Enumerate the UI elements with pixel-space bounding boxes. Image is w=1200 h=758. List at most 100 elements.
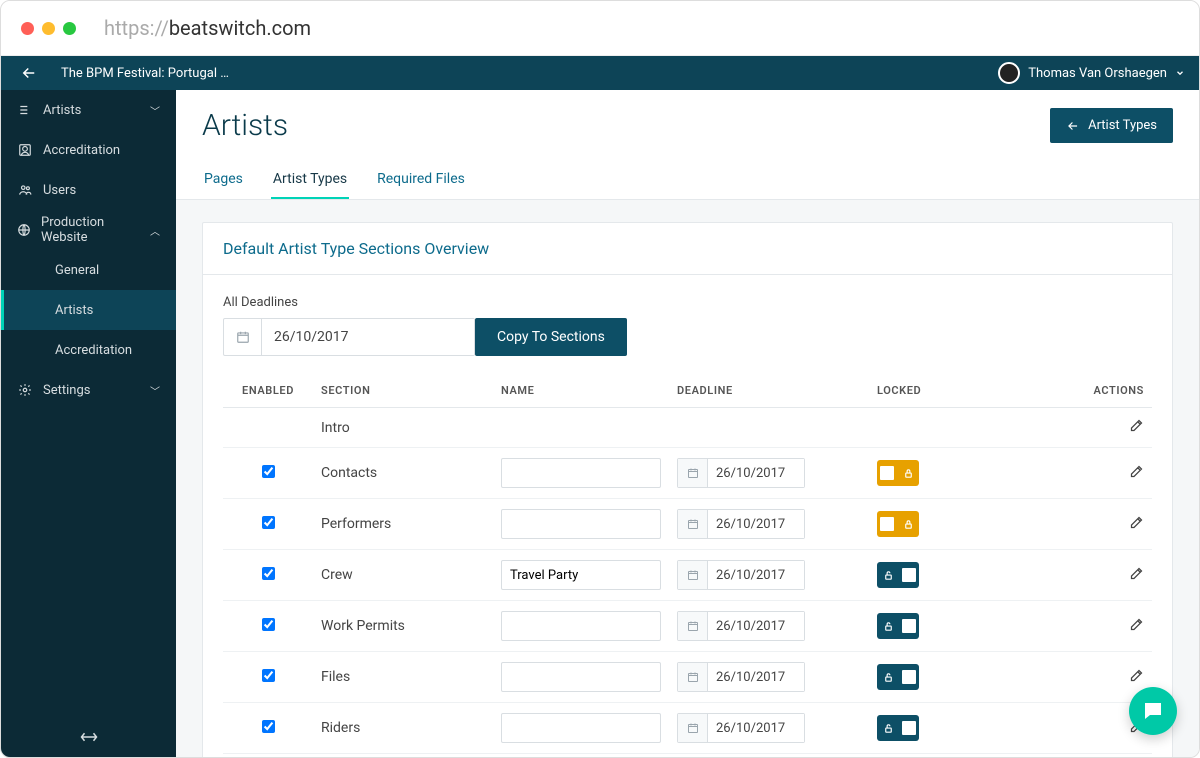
calendar-icon [678, 459, 708, 487]
edit-button[interactable] [1129, 464, 1144, 479]
back-button[interactable] [1, 56, 57, 90]
table-row: Riders [223, 703, 1152, 754]
table-row: Crew [223, 550, 1152, 601]
edit-button[interactable] [1129, 668, 1144, 683]
sections-table: ENABLED SECTION NAME DEADLINE LOCKED ACT… [223, 374, 1152, 757]
col-actions: ACTIONS [1079, 374, 1152, 408]
enabled-checkbox[interactable] [262, 618, 275, 631]
sidebar-item-users[interactable]: Users [1, 170, 176, 210]
chevron-down-icon: ﹀ [150, 103, 160, 118]
user-menu[interactable]: Thomas Van Orshaegen [998, 62, 1199, 84]
pencil-icon [1129, 668, 1144, 683]
window-minimize-icon[interactable] [42, 22, 55, 35]
name-input[interactable] [501, 662, 661, 692]
chevron-up-icon: ︿ [150, 223, 160, 238]
collapse-icon [80, 730, 98, 744]
all-deadlines-input[interactable] [223, 318, 475, 356]
table-row: Performers [223, 499, 1152, 550]
url-bar[interactable]: https://beatswitch.com [104, 16, 311, 40]
artist-types-button[interactable]: Artist Types [1050, 108, 1173, 143]
tab-required-files[interactable]: Required Files [375, 161, 467, 199]
sidebar-sub-general[interactable]: General [1, 250, 176, 290]
sidebar-item-label: Settings [43, 383, 90, 398]
lock-toggle[interactable] [877, 562, 919, 588]
deadline-input[interactable] [677, 713, 805, 743]
edit-button[interactable] [1129, 617, 1144, 632]
deadline-input[interactable] [677, 509, 805, 539]
lock-toggle[interactable] [877, 715, 919, 741]
table-row: Intro [223, 408, 1152, 448]
sidebar-item-settings[interactable]: Settings ﹀ [1, 370, 176, 410]
tabs: Pages Artist Types Required Files [202, 161, 1173, 199]
topbar: The BPM Festival: Portugal … Thomas Van … [1, 56, 1199, 90]
tab-pages[interactable]: Pages [202, 161, 245, 199]
arrow-left-icon [20, 64, 38, 82]
window-close-icon[interactable] [21, 22, 34, 35]
lock-icon [897, 511, 919, 537]
sidebar-item-label: Users [43, 183, 76, 198]
pencil-icon [1129, 566, 1144, 581]
panel-title: Default Artist Type Sections Overview [203, 223, 1172, 275]
deadline-input[interactable] [677, 662, 805, 692]
unlock-icon [877, 562, 899, 588]
deadline-input[interactable] [677, 458, 805, 488]
sidebar-item-production-website[interactable]: Production Website ︿ [1, 210, 176, 250]
section-label: Contacts [313, 448, 493, 499]
enabled-checkbox[interactable] [262, 720, 275, 733]
tab-artist-types[interactable]: Artist Types [271, 161, 349, 199]
lock-toggle[interactable] [877, 664, 919, 690]
user-name: Thomas Van Orshaegen [1028, 66, 1167, 81]
page-title: Artists [202, 108, 288, 143]
sidebar-collapse-button[interactable] [1, 717, 176, 757]
enabled-checkbox[interactable] [262, 567, 275, 580]
chat-icon [1141, 699, 1165, 723]
chevron-down-icon: ﹀ [150, 383, 160, 398]
lock-icon [897, 460, 919, 486]
section-label: Performers [313, 499, 493, 550]
pencil-icon [1129, 515, 1144, 530]
deadline-input[interactable] [677, 560, 805, 590]
lock-toggle[interactable] [877, 511, 919, 537]
calendar-icon [678, 510, 708, 538]
name-input[interactable] [501, 713, 661, 743]
sidebar-item-label: Production Website [41, 215, 140, 245]
sidebar-icon [17, 383, 33, 397]
sidebar-sub-artists[interactable]: Artists [1, 290, 176, 330]
edit-button[interactable] [1129, 418, 1144, 433]
name-input[interactable] [501, 509, 661, 539]
section-label: Crew [313, 550, 493, 601]
sidebar-item-accreditation[interactable]: Accreditation [1, 130, 176, 170]
col-section: SECTION [313, 374, 493, 408]
edit-button[interactable] [1129, 566, 1144, 581]
table-row: Inbound / Outbound [223, 754, 1152, 758]
enabled-checkbox[interactable] [262, 516, 275, 529]
name-input[interactable] [501, 458, 661, 488]
arrow-left-icon [1066, 119, 1080, 133]
sidebar-item-label: Accreditation [43, 143, 120, 158]
main-content: Artists Artist Types Pages Artist Types Re… [176, 90, 1199, 757]
enabled-checkbox[interactable] [262, 465, 275, 478]
section-label: Files [313, 652, 493, 703]
pencil-icon [1129, 418, 1144, 433]
lock-toggle[interactable] [877, 460, 919, 486]
calendar-icon [678, 663, 708, 691]
window-maximize-icon[interactable] [63, 22, 76, 35]
chat-fab[interactable] [1129, 687, 1177, 735]
enabled-checkbox[interactable] [262, 669, 275, 682]
calendar-icon [224, 319, 262, 355]
sidebar-icon [17, 143, 33, 157]
edit-button[interactable] [1129, 515, 1144, 530]
calendar-icon [678, 561, 708, 589]
copy-to-sections-button[interactable]: Copy To Sections [475, 318, 627, 356]
festival-title: The BPM Festival: Portugal … [57, 66, 229, 81]
sidebar-item-artists[interactable]: Artists﹀ [1, 90, 176, 130]
lock-toggle[interactable] [877, 613, 919, 639]
table-row: Files [223, 652, 1152, 703]
pencil-icon [1129, 617, 1144, 632]
deadline-input[interactable] [677, 611, 805, 641]
sidebar-sub-accreditation[interactable]: Accreditation [1, 330, 176, 370]
section-label: Intro [313, 408, 493, 448]
name-input[interactable] [501, 560, 661, 590]
sidebar-icon [17, 183, 33, 197]
name-input[interactable] [501, 611, 661, 641]
